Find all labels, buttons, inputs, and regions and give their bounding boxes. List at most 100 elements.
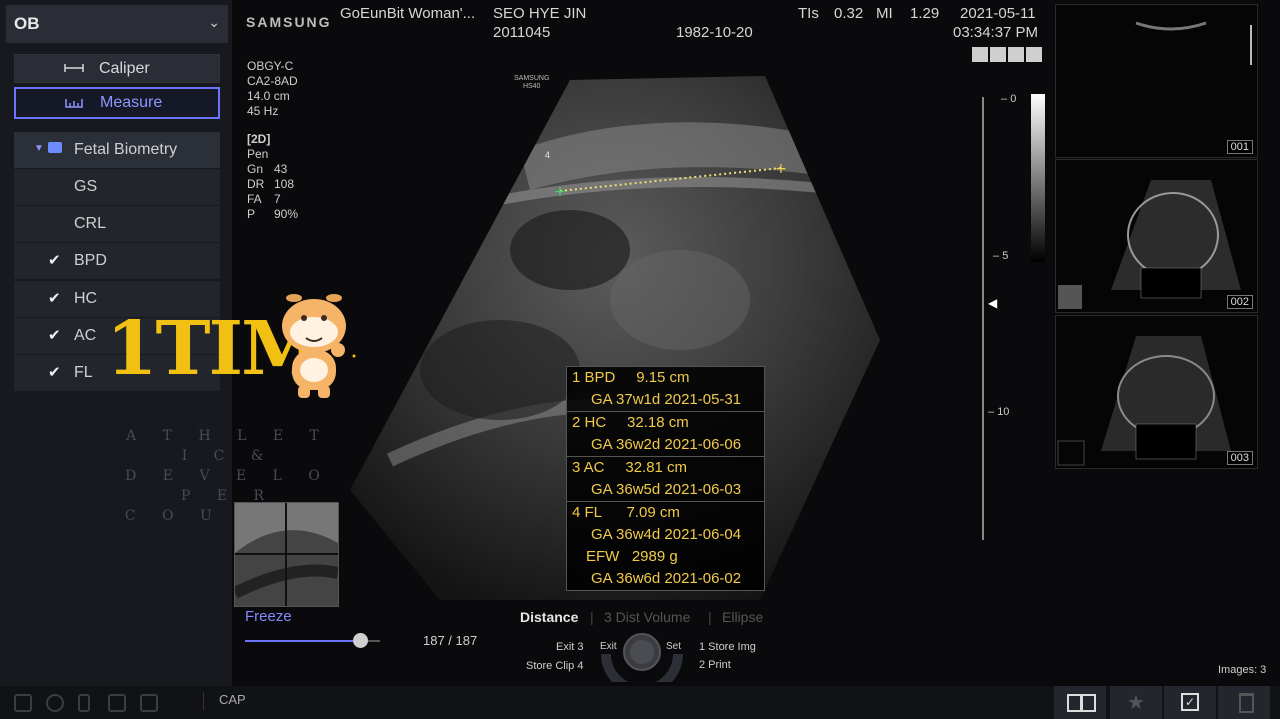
measure-label: Measure: [100, 94, 163, 111]
tab-distance[interactable]: Distance: [520, 609, 578, 625]
result-fl: 4 FL 7.09 cm: [567, 501, 764, 524]
result-efw-ga: GA 36w6d 2021-06-02: [591, 570, 742, 587]
result-hc-ga: GA 36w2d 2021-06-06: [591, 436, 742, 453]
brand-logo: SAMSUNG: [246, 14, 332, 30]
caliper-label: Caliper: [99, 60, 150, 77]
star-icon: ★: [1127, 692, 1145, 714]
result-bpd: 1 BPD 9.15 cm: [572, 369, 690, 386]
cine-slider-fill: [245, 640, 360, 642]
mi-value: 1.29: [910, 5, 940, 22]
check-icon: ✔: [48, 290, 61, 307]
thumbnail-number: 001: [1226, 140, 1253, 154]
dual-view-icon-right: [1081, 694, 1096, 712]
checkbox-icon: ✓: [1181, 693, 1199, 711]
thumbnail-number: 002: [1226, 295, 1253, 309]
screen-icon[interactable]: [140, 694, 158, 712]
store-clip-label: Store Clip 4: [526, 660, 584, 672]
tab-separator: |: [590, 609, 594, 625]
tick-label: 10: [997, 406, 1010, 418]
patient-name: SEO HYE JIN: [493, 5, 587, 22]
depth-tick-0: – 0: [1001, 93, 1017, 105]
check-button[interactable]: ✓: [1164, 686, 1216, 719]
history-icon[interactable]: [46, 694, 64, 712]
dual-view-button[interactable]: [1054, 686, 1106, 719]
item-label: FL: [74, 364, 93, 381]
tree-item-crl[interactable]: CRL: [14, 206, 220, 242]
tree-group-fetal-biometry[interactable]: ▼ Fetal Biometry: [14, 132, 220, 168]
result-bpd-ga: GA 37w1d 2021-05-31: [591, 391, 742, 408]
measure-button[interactable]: Measure: [14, 87, 220, 119]
tis-value: 0.32: [834, 5, 864, 22]
exam-time: 03:34:37 PM: [953, 24, 1039, 41]
tree-item-bpd[interactable]: ✔ BPD: [14, 243, 220, 279]
preset-dropdown[interactable]: OB ⌄: [6, 5, 228, 43]
check-icon: ✔: [48, 252, 61, 269]
result-hc: 2 HC 32.18 cm: [567, 411, 764, 434]
thumbnail-number: 003: [1226, 451, 1253, 465]
caps-lock-indicator: CAP: [219, 692, 246, 707]
depth-tick-10: – 10: [988, 406, 1010, 418]
hospital-name: GoEunBit Woman'...: [340, 5, 476, 22]
zoom-preview-image: [232, 503, 340, 606]
probe-badge: SAMSUNG HS40: [514, 75, 549, 91]
measurement-results: 1 BPD 9.15 cm GA 37w1d 2021-05-31 2 HC 3…: [566, 366, 765, 591]
item-label: AC: [74, 327, 97, 344]
network-icon[interactable]: [14, 694, 32, 712]
folder-icon: [48, 142, 62, 153]
dual-view-icon-left: [1067, 694, 1082, 712]
caliper-button[interactable]: Caliper: [14, 54, 220, 83]
frame-counter: 187 / 187: [423, 633, 478, 648]
thumbnail-image: [1135, 21, 1252, 65]
cloud-icon[interactable]: [108, 694, 126, 712]
measure-icon: [64, 95, 84, 112]
depth-tick-5: – 5: [993, 250, 1009, 262]
chevron-down-icon: ⌄: [208, 14, 220, 30]
check-icon: ✔: [48, 327, 61, 344]
caliper-icon: [63, 61, 85, 78]
tree-item-gs[interactable]: GS: [14, 169, 220, 205]
thumbnail-image: [1057, 336, 1231, 466]
tab-3-dist-volume[interactable]: 3 Dist Volume: [604, 609, 690, 625]
focus-marker-icon[interactable]: ◀: [988, 296, 997, 310]
grayscale-bar: [1031, 94, 1045, 262]
patient-dob: 1982-10-20: [676, 24, 753, 41]
tab-ellipse[interactable]: Ellipse: [722, 609, 763, 625]
probe-model: HS40: [522, 83, 541, 90]
group-label: Fetal Biometry: [74, 141, 178, 158]
tick-label: 0: [1010, 93, 1017, 105]
exam-date: 2021-05-11: [960, 5, 1036, 22]
exit3-label: Exit 3: [556, 641, 584, 653]
probe-brand: SAMSUNG: [514, 75, 550, 82]
print-label: 2 Print: [699, 659, 731, 671]
control-knob[interactable]: [600, 628, 684, 682]
item-label: BPD: [74, 252, 107, 269]
expand-arrow-icon: ▼: [34, 143, 44, 154]
cine-slider-handle[interactable]: [352, 633, 368, 648]
images-count: Images: 3: [1218, 664, 1267, 676]
item-label: CRL: [74, 215, 107, 232]
result-fl-ga: GA 36w4d 2021-06-04: [591, 526, 742, 543]
freeze-label[interactable]: Freeze: [245, 608, 292, 625]
thumbnail-3[interactable]: 003: [1055, 315, 1258, 469]
zoom-preview: [232, 502, 340, 607]
result-efw: EFW 2989 g: [586, 548, 678, 565]
store-img-label: 1 Store Img: [699, 641, 756, 653]
usb-icon[interactable]: [78, 694, 90, 712]
bar-divider: [203, 692, 204, 710]
thumbnail-2[interactable]: 002: [1055, 159, 1258, 313]
tis-label: TIs: [798, 5, 819, 22]
favorite-button[interactable]: ★: [1110, 686, 1162, 719]
svg-text:+: +: [554, 184, 566, 200]
result-ac: 3 AC 32.81 cm: [567, 456, 764, 479]
thumbnail-1[interactable]: 001: [1055, 4, 1258, 158]
item-label: HC: [74, 290, 98, 307]
tick-label: 5: [1002, 250, 1009, 262]
delete-button[interactable]: [1218, 686, 1270, 719]
tab-separator: |: [708, 609, 712, 625]
caliper-number: 4: [545, 150, 551, 160]
mi-label: MI: [876, 5, 893, 22]
thumbnail-image: [1058, 180, 1241, 309]
result-ac-ga: GA 36w5d 2021-06-03: [591, 481, 742, 498]
svg-text:+: +: [775, 161, 787, 177]
preset-label: OB: [14, 14, 40, 33]
